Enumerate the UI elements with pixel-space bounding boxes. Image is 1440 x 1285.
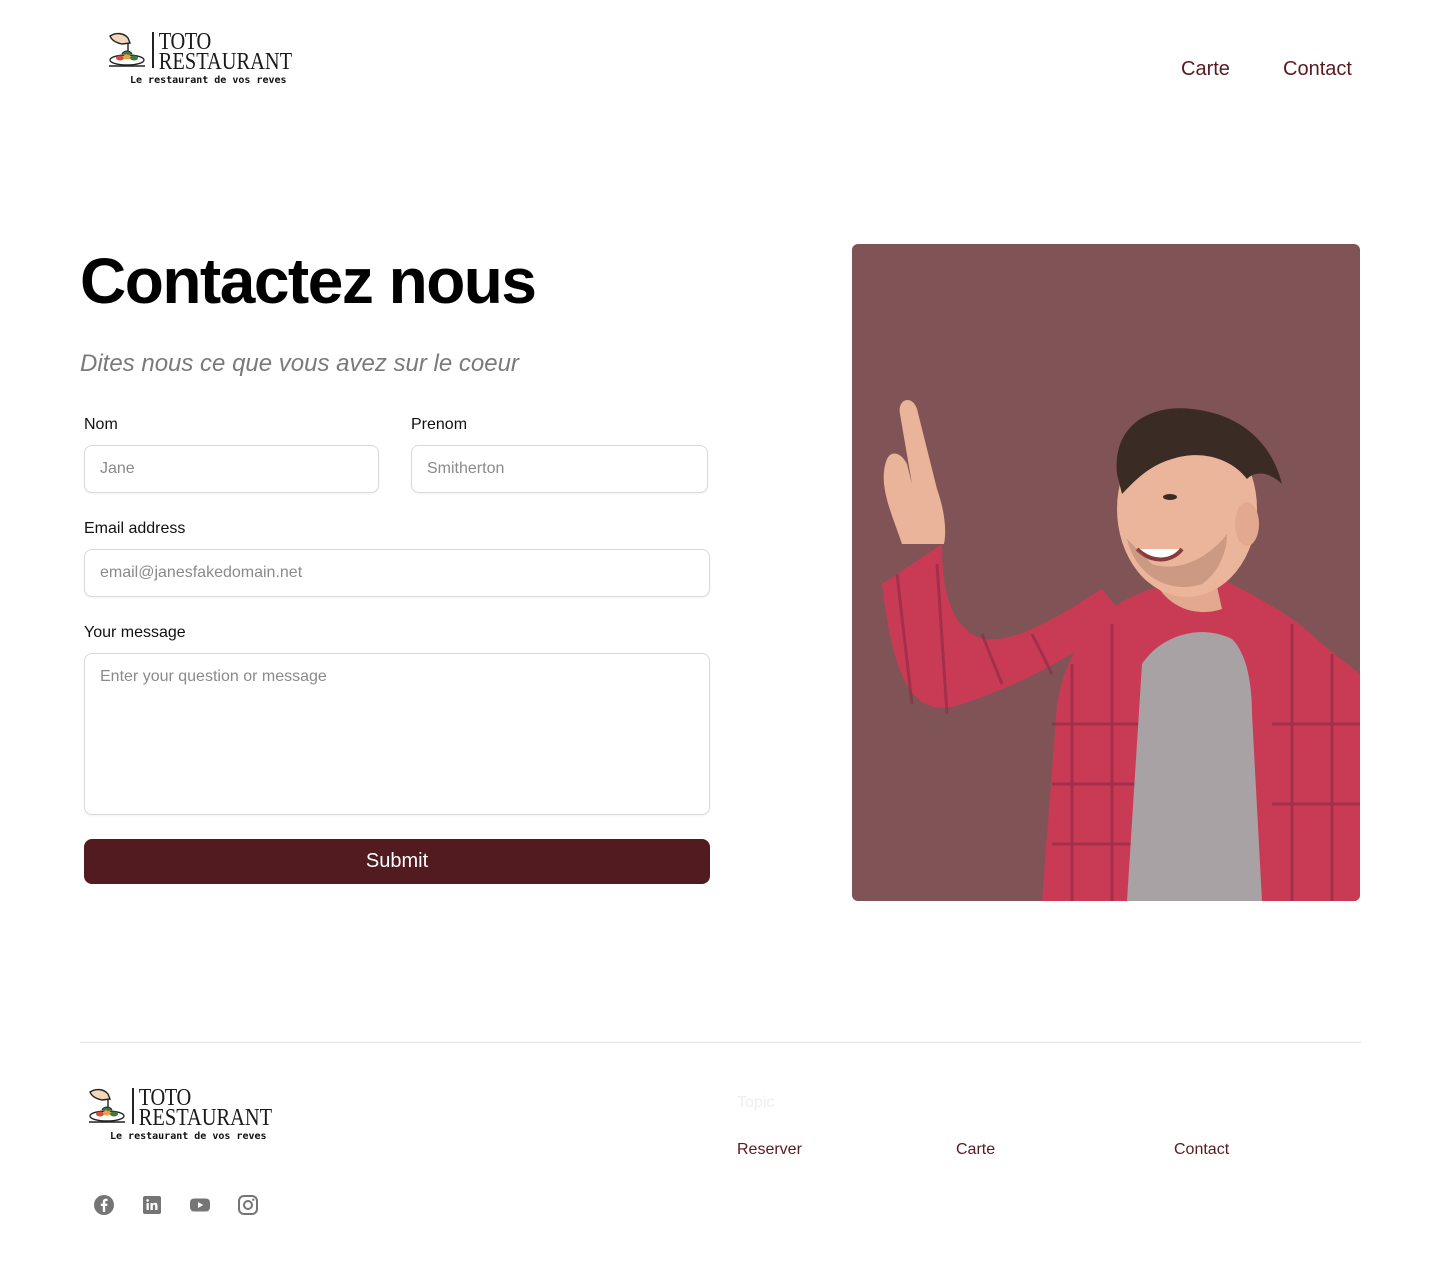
footer-divider [80, 1042, 1361, 1043]
logo-tagline: Le restaurant de vos reves [110, 1131, 267, 1142]
footer-link-contact[interactable]: Contact [1174, 1141, 1229, 1159]
instagram-icon[interactable] [236, 1193, 260, 1217]
submit-button[interactable]: Submit [84, 839, 710, 884]
message-textarea[interactable] [84, 653, 710, 815]
header-logo[interactable]: TOTO RESTAURANT Le restaurant de vos rev… [106, 30, 317, 86]
site-header: TOTO RESTAURANT Le restaurant de vos rev… [0, 0, 1440, 140]
email-label: Email address [84, 520, 186, 537]
footer-logo[interactable]: TOTO RESTAURANT Le restaurant de vos rev… [86, 1086, 297, 1142]
chef-plate-icon [86, 1086, 128, 1130]
man-pointing-photo [852, 244, 1360, 901]
logo-text: TOTO RESTAURANT [132, 1086, 297, 1130]
logo-brand-line2: RESTAURANT [138, 1105, 273, 1131]
chef-plate-icon [106, 30, 148, 74]
page-subtitle: Dites nous ce que vous avez sur le coeur [80, 350, 519, 377]
nom-input[interactable] [84, 445, 379, 493]
email-input[interactable] [84, 549, 710, 597]
message-label: Your message [84, 624, 186, 641]
nav-link-carte[interactable]: Carte [1181, 58, 1230, 81]
facebook-icon[interactable] [92, 1193, 116, 1217]
footer-link-carte[interactable]: Carte [956, 1141, 995, 1159]
logo-text: TOTO RESTAURANT [152, 30, 317, 74]
page-title: Contactez nous [80, 245, 537, 317]
footer-topic-heading: Topic [737, 1094, 775, 1111]
linkedin-icon[interactable] [140, 1193, 164, 1217]
nav-link-contact[interactable]: Contact [1283, 58, 1352, 81]
youtube-icon[interactable] [188, 1193, 212, 1217]
logo-brand-line2: RESTAURANT [158, 49, 293, 75]
logo-tagline: Le restaurant de vos reves [130, 75, 287, 86]
nom-label: Nom [84, 416, 118, 433]
footer-link-reserver[interactable]: Reserver [737, 1141, 802, 1159]
prenom-input[interactable] [411, 445, 708, 493]
prenom-label: Prenom [411, 416, 468, 433]
